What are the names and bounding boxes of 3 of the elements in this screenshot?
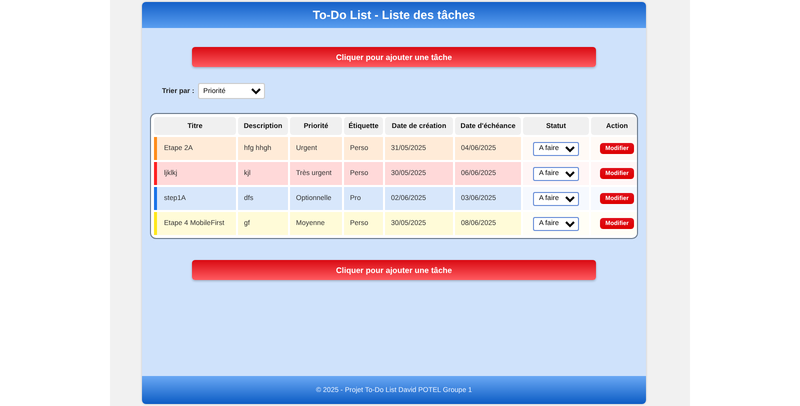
add-task-button[interactable]: Cliquer pour ajouter une tâche	[192, 260, 596, 280]
page-title: To-Do List - Liste des tâches	[312, 8, 476, 22]
add-task-button[interactable]: Cliquer pour ajouter une tâche	[192, 47, 596, 67]
